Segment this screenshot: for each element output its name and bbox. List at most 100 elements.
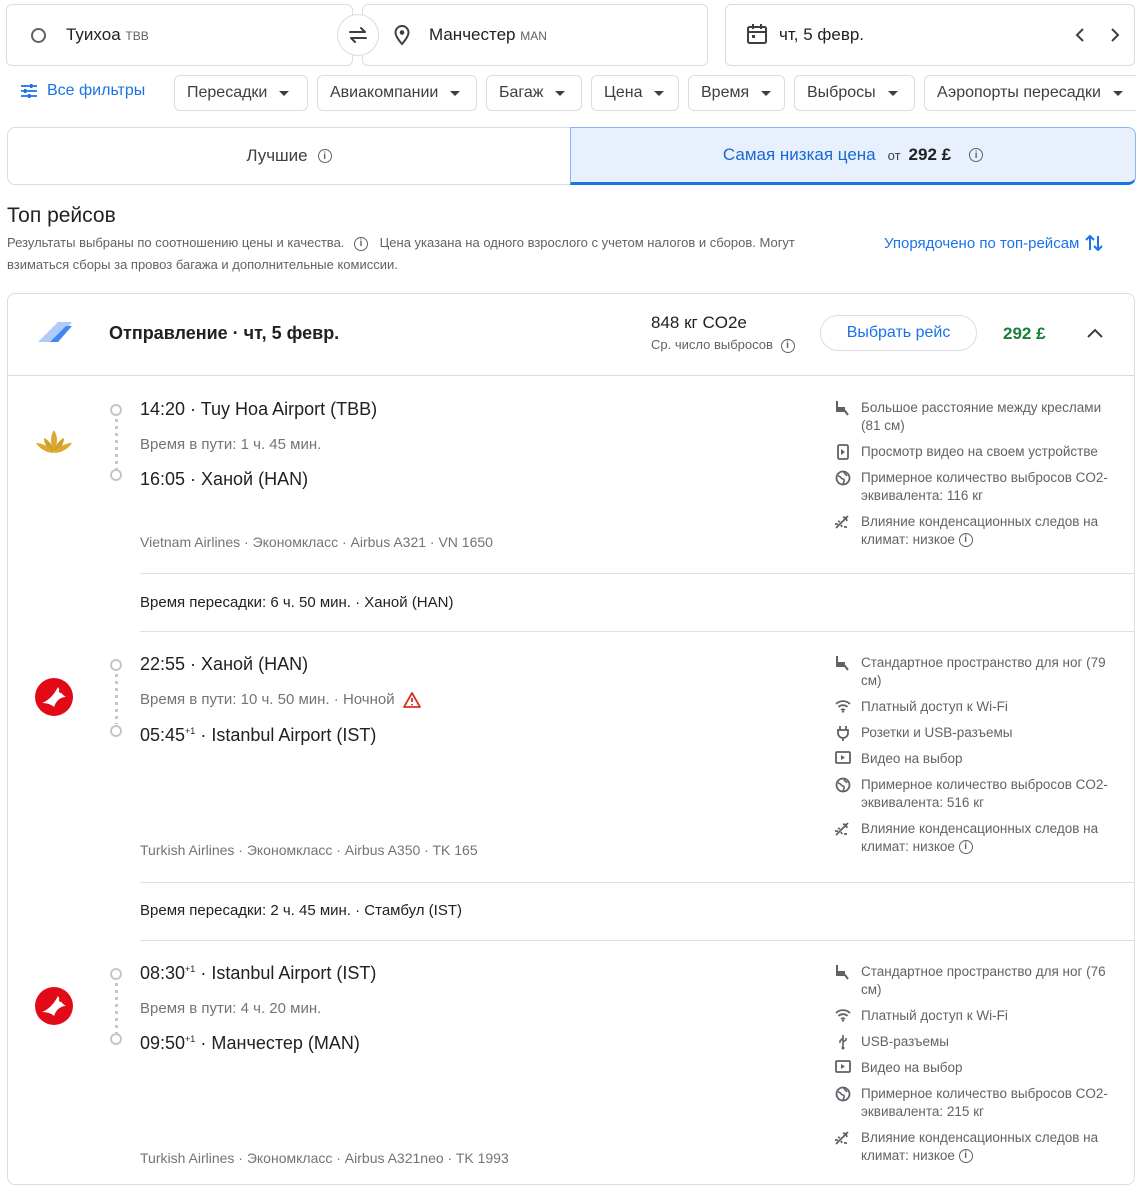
- co2-sub-label: Ср. число выбросов: [651, 337, 773, 352]
- filter-airlines[interactable]: Авиакомпании: [317, 75, 477, 111]
- segment-2-amenities: Стандартное пространство для ног (79 см)…: [834, 654, 1124, 864]
- segment-3-amenities: Стандартное пространство для ног (76 см)…: [834, 963, 1124, 1173]
- location-pin-icon: [394, 24, 410, 46]
- segment-2-arrival: 05:45+1 · Istanbul Airport (IST): [140, 725, 377, 745]
- filter-label: Аэропорты пересадки: [937, 84, 1101, 101]
- amenity-row: Большое расстояние между креслами (81 см…: [834, 399, 1124, 435]
- filter-label: Выбросы: [807, 84, 876, 101]
- origin-field[interactable]: [6, 4, 353, 66]
- filter-stops[interactable]: Пересадки: [174, 75, 308, 111]
- info-icon[interactable]: i: [969, 148, 984, 162]
- layover-1: Время пересадки: 6 ч. 50 мин. · Ханой (H…: [140, 594, 454, 611]
- segment-divider: [140, 573, 1134, 574]
- all-filters-label: Все фильтры: [47, 82, 146, 99]
- vietnam-airlines-logo-icon: [36, 430, 72, 453]
- turkish-airlines-logo-icon: [35, 987, 73, 1025]
- sort-label: Упорядочено по топ-рейсам: [884, 234, 1080, 252]
- amenity-text: Влияние конденсационных следов на климат…: [861, 1130, 1099, 1163]
- card-price: 292 £: [1003, 324, 1046, 343]
- next-day-marker: +1: [185, 726, 196, 736]
- info-icon[interactable]: i: [780, 338, 795, 353]
- amenity-text: Стандартное пространство для ног (79 см): [861, 655, 1106, 688]
- info-icon[interactable]: i: [317, 149, 332, 163]
- caret-down-icon: [555, 90, 566, 96]
- timeline-dot: [110, 469, 122, 481]
- amenity-row: Примерное количество выбросов CO2-эквива…: [834, 1085, 1124, 1121]
- amenity-text: Влияние конденсационных следов на климат…: [861, 514, 1099, 547]
- segment-2-duration: Время в пути: 10 ч. 50 мин. · Ночной: [140, 691, 421, 708]
- amenity-row: Видео на выбор: [834, 750, 1124, 768]
- amenity-row: Примерное количество выбросов CO2-эквива…: [834, 776, 1124, 812]
- chevron-up-icon[interactable]: [1086, 326, 1104, 340]
- wifi-icon: [834, 698, 851, 716]
- calendar-icon: [747, 24, 767, 44]
- segment-3-duration: Время в пути: 4 ч. 20 мин.: [140, 1000, 322, 1017]
- amenity-text: Большое расстояние между креслами (81 см…: [861, 400, 1102, 433]
- date-text: чт, 5 февр.: [779, 25, 865, 44]
- departure-airport: Tuy Hoa Airport (TBB): [200, 399, 378, 419]
- filter-bags[interactable]: Багаж: [486, 75, 582, 111]
- filter-connecting-airports[interactable]: Аэропорты пересадки: [924, 75, 1136, 111]
- swap-button[interactable]: [337, 14, 379, 56]
- info-icon[interactable]: i: [958, 1149, 973, 1164]
- chevron-left-icon[interactable]: [1073, 27, 1087, 43]
- sort-button[interactable]: Упорядочено по топ-рейсам: [884, 232, 1104, 254]
- seat-icon: [834, 963, 851, 999]
- timeline-dotted-line: [114, 983, 118, 1033]
- segment-3-meta: Turkish Airlines · Экономкласс · Airbus …: [140, 1150, 509, 1166]
- amenity-text: Примерное количество выбросов CO2-эквива…: [861, 470, 1108, 503]
- departure-time: 22:55: [140, 654, 186, 674]
- next-day-marker: +1: [185, 1034, 196, 1044]
- caret-down-icon: [654, 90, 665, 96]
- filter-label: Цена: [604, 84, 643, 101]
- tab-best-label: Лучшие: [246, 146, 308, 165]
- info-icon[interactable]: i: [958, 533, 973, 548]
- origin-city: Туихоа: [66, 25, 121, 44]
- contrail-icon: [834, 1129, 851, 1165]
- tab-best[interactable]: Лучшие i: [7, 127, 571, 185]
- amenity-text: Примерное количество выбросов CO2-эквива…: [861, 777, 1108, 810]
- amenity-row: Розетки и USB-разъемы: [834, 724, 1124, 742]
- caret-down-icon: [761, 90, 772, 96]
- all-filters-button[interactable]: Все фильтры: [20, 82, 145, 100]
- results-note-line2: Цена указана на одного взрослого с учето…: [379, 235, 795, 250]
- video-icon: [834, 1059, 851, 1077]
- arrival-time: 09:50: [140, 1033, 186, 1053]
- globe-icon: [834, 776, 851, 812]
- amenity-row: Влияние конденсационных следов на климат…: [834, 820, 1124, 856]
- filter-price[interactable]: Цена: [591, 75, 679, 111]
- filter-emissions[interactable]: Выбросы: [794, 75, 915, 111]
- results-note-line1: Результаты выбраны по соотношению цены и…: [7, 235, 345, 250]
- filter-time[interactable]: Время: [688, 75, 785, 111]
- amenity-text: Примерное количество выбросов CO2-эквива…: [861, 1086, 1108, 1119]
- segment-divider: [140, 631, 1134, 632]
- co2-sub: Ср. число выбросов i: [651, 337, 795, 353]
- info-icon[interactable]: i: [958, 840, 973, 855]
- sort-arrows-icon: [1085, 234, 1104, 252]
- destination-text: Манчестер MAN: [429, 25, 547, 45]
- select-flight-button[interactable]: Выбрать рейс: [820, 315, 977, 351]
- filter-label: Авиакомпании: [330, 84, 439, 101]
- amenity-row: Стандартное пространство для ног (76 см): [834, 963, 1124, 999]
- info-icon[interactable]: i: [354, 236, 369, 251]
- plug-icon: [834, 724, 851, 742]
- card-header-divider: [8, 375, 1134, 376]
- origin-code: TBB: [125, 29, 149, 43]
- segment-1-duration: Время в пути: 1 ч. 45 мин.: [140, 436, 322, 453]
- amenity-row: Влияние конденсационных следов на климат…: [834, 513, 1124, 549]
- origin-circle-icon: [31, 28, 46, 43]
- caret-down-icon: [279, 90, 290, 96]
- chevron-right-icon[interactable]: [1108, 27, 1122, 43]
- amenity-row: Видео на выбор: [834, 1059, 1124, 1077]
- contrail-icon: [834, 513, 851, 549]
- amenity-text: Стандартное пространство для ног (76 см): [861, 964, 1106, 997]
- tab-cheapest[interactable]: Самая низкая цена от 292 £ i: [570, 127, 1136, 185]
- segment-1-departure: 14:20 · Tuy Hoa Airport (TBB): [140, 399, 378, 419]
- globe-icon: [834, 1085, 851, 1121]
- co2-value: 848 кг CO2e: [651, 313, 747, 332]
- caret-down-icon: [887, 90, 898, 96]
- caret-down-icon: [1112, 90, 1123, 96]
- phone-video-icon: [834, 443, 851, 461]
- duration-text: Время в пути: 10 ч. 50 мин. · Ночной: [140, 691, 395, 708]
- seat-icon: [834, 654, 851, 690]
